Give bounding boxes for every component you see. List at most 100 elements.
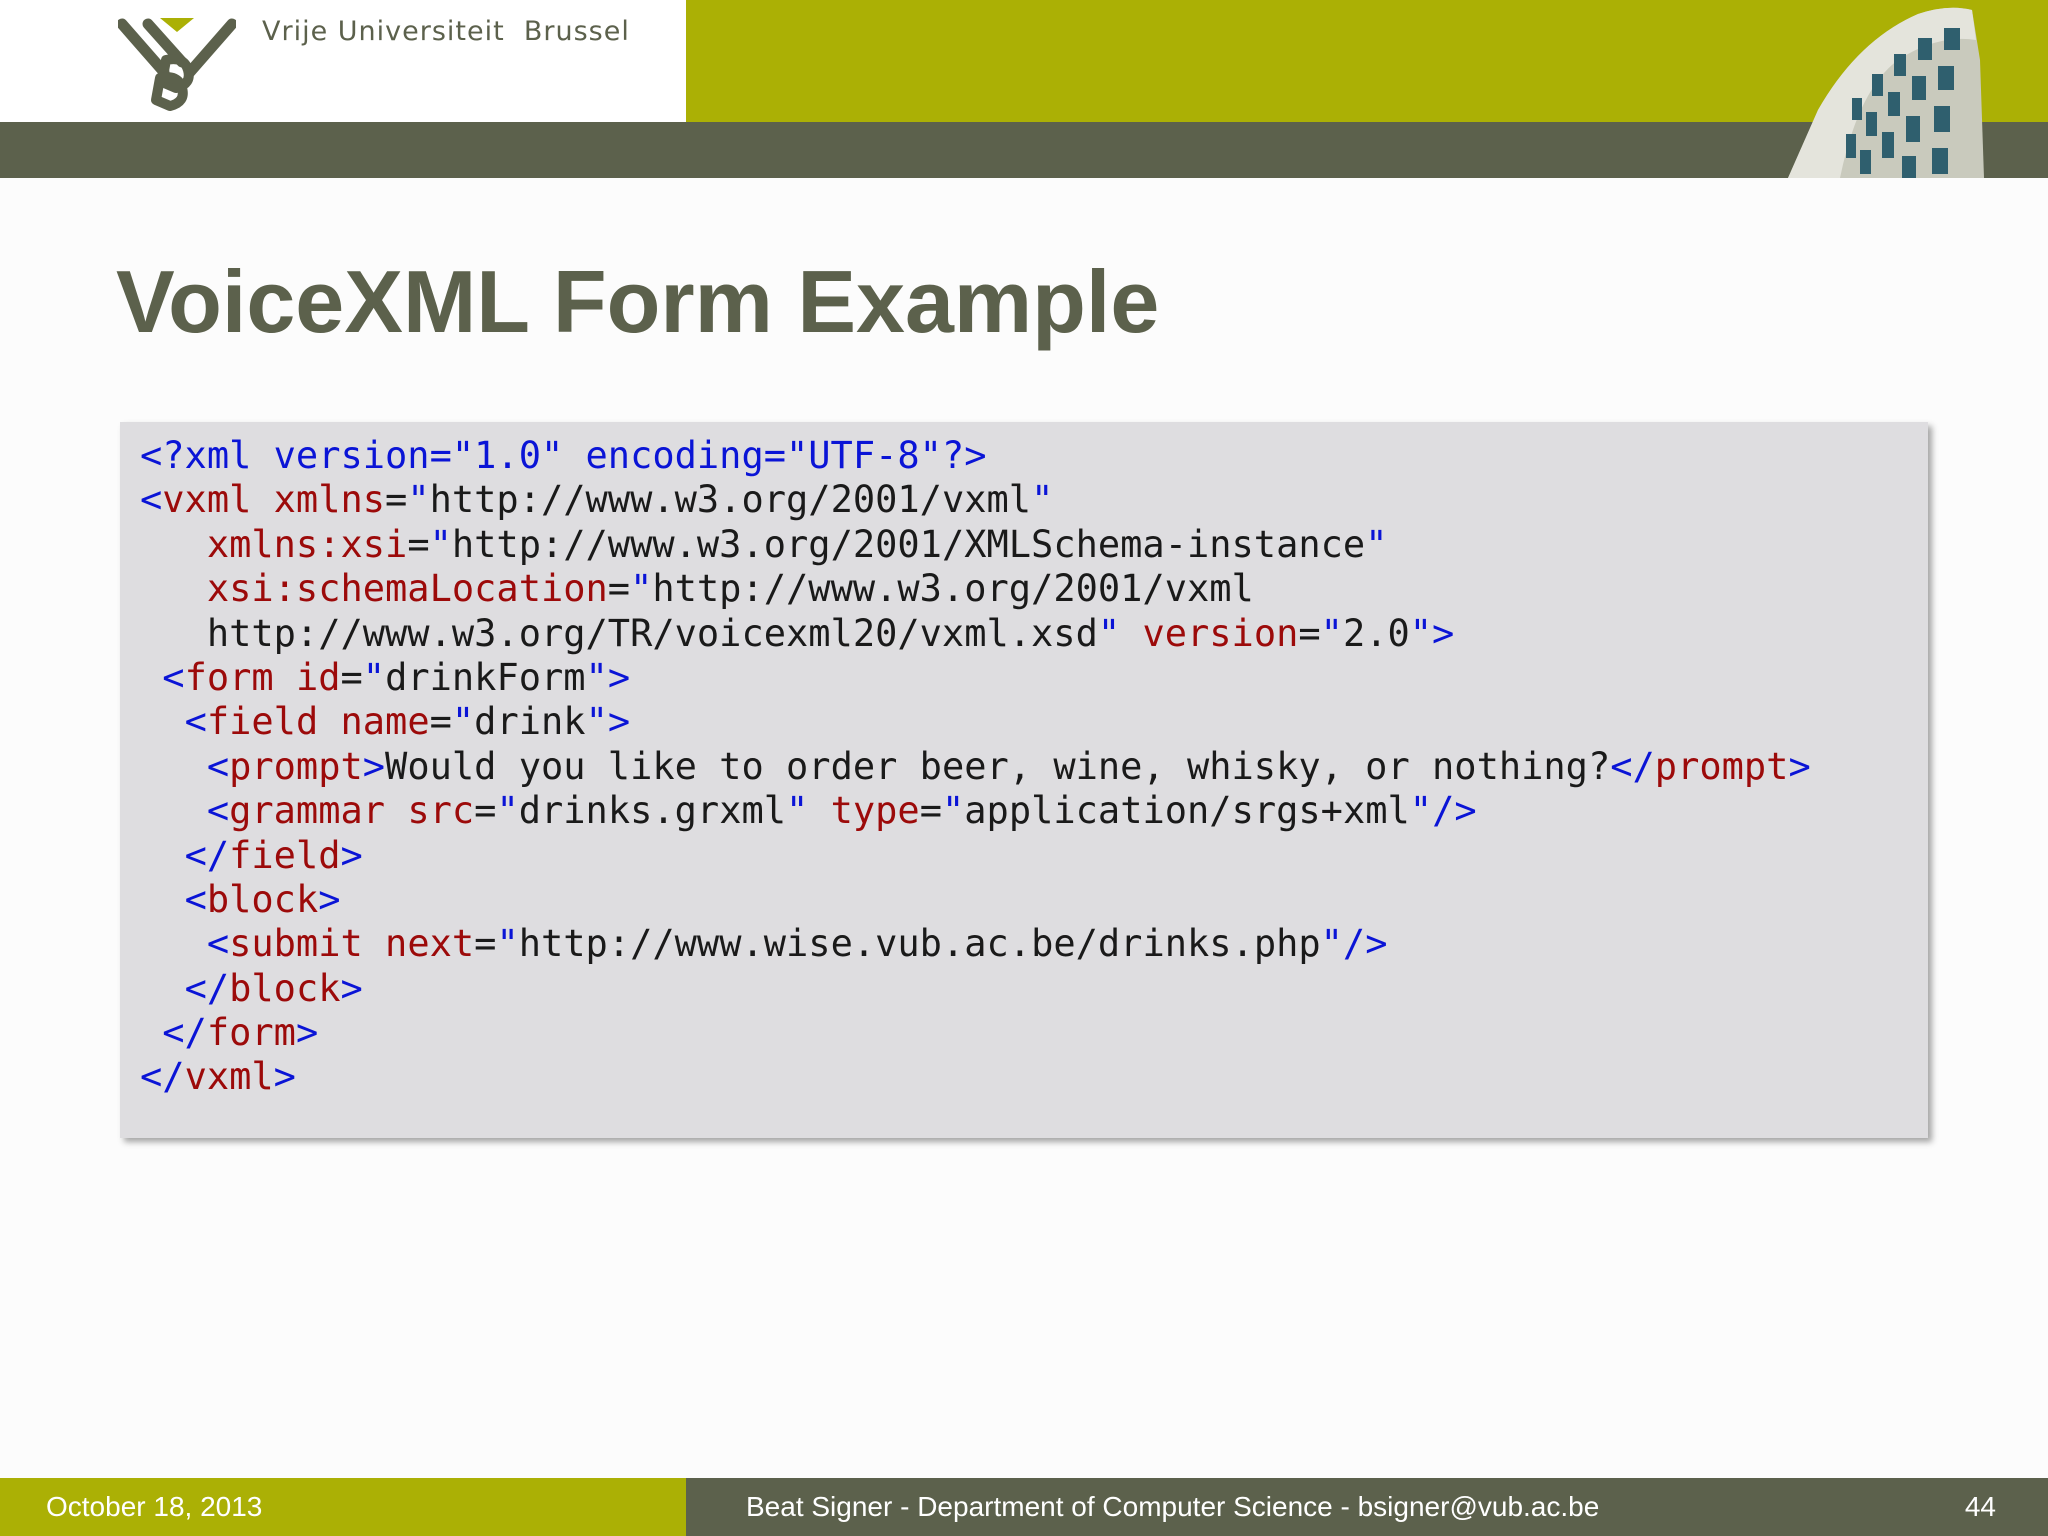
code-token: ": [407, 478, 430, 522]
code-token: prompt: [229, 744, 363, 788]
code-token: drinks.grxml: [518, 789, 787, 833]
code-token: <: [206, 922, 230, 966]
code-token: =: [429, 700, 452, 744]
code-token: type: [830, 789, 920, 833]
code-line: <field name="drink">: [140, 700, 1811, 744]
code-line: <submit next="http://www.wise.vub.ac.be/…: [140, 922, 1811, 966]
vub-logo-icon: [118, 18, 236, 111]
code-token: field: [229, 833, 341, 877]
code-token: http://www.wise.vub.ac.be/drinks.php: [518, 922, 1321, 966]
code-token: >: [340, 833, 363, 877]
code-line: <prompt>Would you like to order beer, wi…: [140, 745, 1811, 789]
code-token: version: [1142, 611, 1299, 655]
code-token: ": [1365, 522, 1388, 566]
code-token: ": [429, 522, 452, 566]
code-token: </: [1610, 744, 1655, 788]
code-token: <: [206, 789, 230, 833]
code-token: ": [941, 789, 965, 833]
code-token: http://www.w3.org/TR/voicexml20/vxml.xsd: [140, 611, 1098, 655]
code-token: >: [295, 1011, 319, 1055]
code-token: field name: [206, 700, 430, 744]
code-token: >: [273, 1055, 296, 1099]
code-token: ": [1320, 611, 1343, 655]
code-token: >: [318, 877, 341, 921]
code-token: ": [451, 700, 475, 744]
code-token: form: [206, 1011, 296, 1055]
code-token: <?xml version="1.0" encoding="UTF-8"?>: [140, 434, 987, 477]
university-name: Vrije Universiteit Brussel: [262, 16, 630, 47]
code-line: </form>: [140, 1011, 1811, 1055]
code-token: ": [1097, 611, 1121, 655]
code-token: ">: [585, 700, 631, 744]
code-token: =: [340, 655, 363, 699]
code-token: ": [630, 567, 653, 611]
code-line: </field>: [140, 834, 1811, 878]
code-line: <grammar src="drinks.grxml" type="applic…: [140, 789, 1811, 833]
code-token: xmlns:xsi: [206, 522, 408, 566]
code-token: =: [1298, 611, 1321, 655]
code-token: http://www.w3.org/2001/vxml: [652, 567, 1254, 611]
code-token: ": [786, 789, 809, 833]
code-token: </: [140, 1055, 185, 1099]
code-token: drink: [474, 700, 586, 744]
code-line: <vxml xmlns="http://www.w3.org/2001/vxml…: [140, 478, 1811, 522]
code-token: ": [496, 922, 519, 966]
code-token: >: [340, 966, 363, 1010]
code-token: <: [140, 478, 163, 522]
footer-date: October 18, 2013: [46, 1491, 263, 1522]
code-token: http://www.w3.org/2001/vxml: [429, 478, 1032, 522]
building-photo-icon: [1788, 7, 1984, 178]
code-line: http://www.w3.org/TR/voicexml20/vxml.xsd…: [140, 612, 1811, 656]
code-token: =: [407, 522, 430, 566]
code-token: =: [919, 789, 942, 833]
code-token: ": [496, 789, 519, 833]
footer-author: Beat Signer - Department of Computer Sci…: [746, 1491, 1600, 1522]
code-token: block: [206, 877, 319, 921]
code-line: </vxml>: [140, 1055, 1811, 1099]
code-token: ": [362, 655, 386, 699]
code-token: </: [184, 833, 230, 877]
code-token: </: [162, 1011, 207, 1055]
code-line: <form id="drinkForm">: [140, 656, 1811, 700]
code-token: </: [184, 966, 230, 1010]
code-line: xmlns:xsi="http://www.w3.org/2001/XMLSch…: [140, 523, 1811, 567]
code-token: xsi:schemaLocation: [206, 567, 608, 611]
code-token: "/>: [1409, 789, 1477, 833]
code-token: ">: [1409, 611, 1455, 655]
code-token: vxml xmlns: [162, 478, 386, 522]
code-token: <: [162, 655, 185, 699]
code-token: Would you like to order beer, wine, whis…: [385, 744, 1611, 788]
code-token: =: [474, 922, 497, 966]
code-token: ">: [585, 655, 631, 699]
code-line: </block>: [140, 967, 1811, 1011]
code-token: block: [229, 966, 341, 1010]
code-token: "/>: [1320, 922, 1388, 966]
code-token: <: [184, 877, 207, 921]
code-token: =: [385, 478, 408, 522]
code-token: prompt: [1654, 744, 1789, 788]
header-dark-band: [0, 122, 2048, 178]
code-token: >: [362, 744, 386, 788]
code-token: <: [184, 700, 207, 744]
code-line: <?xml version="1.0" encoding="UTF-8"?>: [140, 434, 1811, 478]
code-listing: <?xml version="1.0" encoding="UTF-8"?> <v…: [140, 434, 1811, 1100]
code-token: http://www.w3.org/2001/XMLSchema-instanc…: [451, 522, 1366, 566]
code-token: >: [1788, 744, 1811, 788]
code-token: vxml: [184, 1055, 274, 1099]
code-token: ": [1031, 478, 1054, 522]
code-token: submit next: [229, 922, 475, 966]
code-token: grammar src: [229, 789, 475, 833]
code-token: drinkForm: [385, 655, 586, 699]
code-token: form id: [184, 655, 341, 699]
